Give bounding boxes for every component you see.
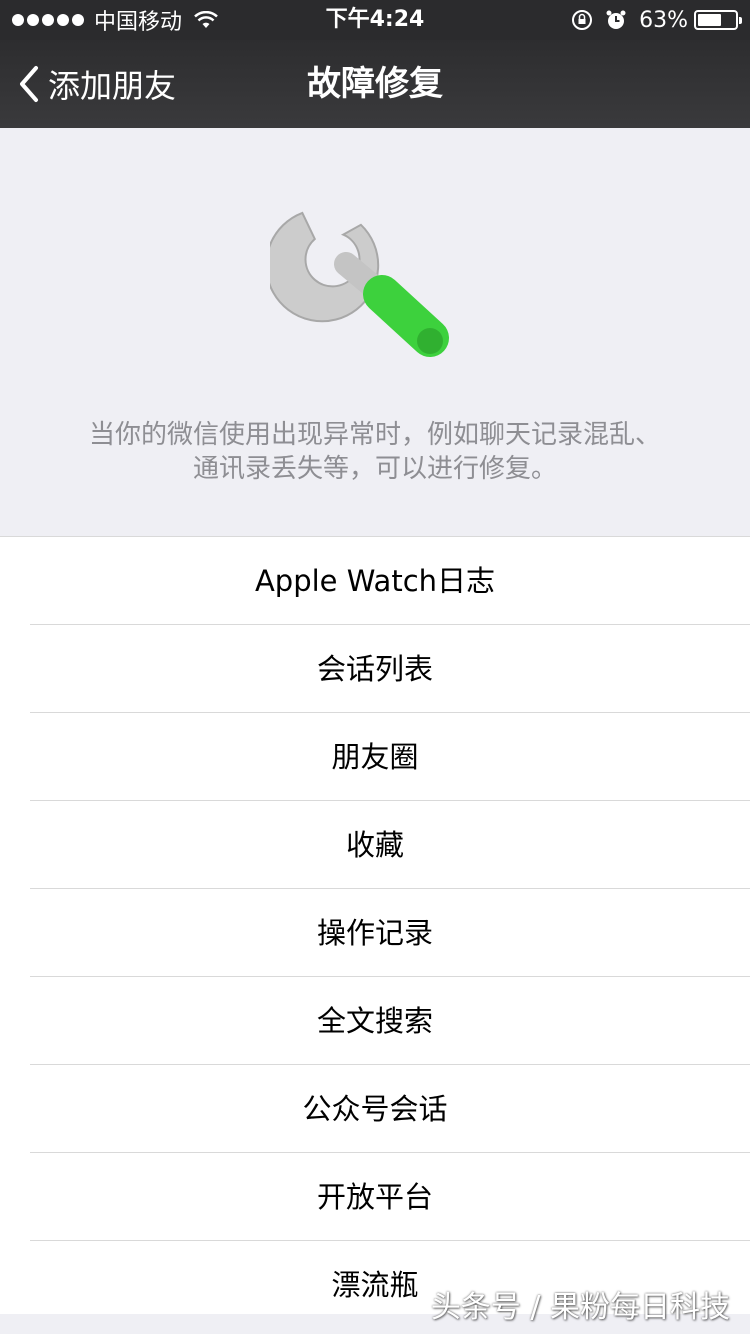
list-item-operation-log[interactable]: 操作记录	[0, 889, 750, 977]
list-item-full-text-search[interactable]: 全文搜索	[0, 977, 750, 1065]
battery-fill	[698, 14, 721, 26]
repair-header: 当你的微信使用出现异常时，例如聊天记录混乱、通讯录丢失等，可以进行修复。	[0, 128, 750, 536]
list-item-official-account-chats[interactable]: 公众号会话	[0, 1065, 750, 1153]
wrench-icon	[270, 211, 449, 357]
watermark: 头条号 / 果粉每日科技	[430, 1290, 730, 1325]
navigation-bar: 添加朋友 故障修复	[0, 40, 750, 128]
repair-options-list: Apple Watch日志 会话列表 朋友圈 收藏 操作记录 全文搜索 公众号会…	[0, 536, 750, 1315]
list-item-apple-watch-log[interactable]: Apple Watch日志	[0, 537, 750, 625]
repair-description: 当你的微信使用出现异常时，例如聊天记录混乱、通讯录丢失等，可以进行修复。	[88, 420, 661, 484]
alarm-icon	[606, 10, 626, 29]
list-item-moments[interactable]: 朋友圈	[0, 713, 750, 801]
status-right: 63%	[571, 0, 742, 40]
rotation-lock-icon	[572, 10, 593, 30]
list-item-open-platform[interactable]: 开放平台	[0, 1153, 750, 1241]
page-title: 故障修复	[307, 64, 443, 104]
battery-icon	[694, 10, 742, 30]
status-bar: 中国移动 下午4:24 63%	[0, 0, 750, 40]
list-item-conversation-list[interactable]: 会话列表	[0, 625, 750, 713]
battery-percent: 63%	[639, 7, 688, 33]
list-item-favorites[interactable]: 收藏	[0, 801, 750, 889]
